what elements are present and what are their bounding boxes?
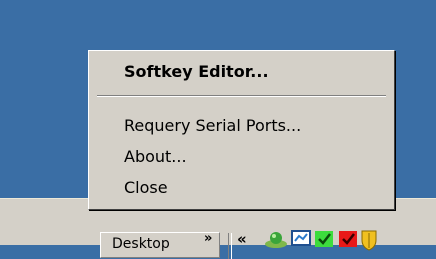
network-monitor-icon[interactable] xyxy=(290,229,312,249)
green-checkmark-icon[interactable] xyxy=(312,229,336,249)
tray-context-menu: Softkey Editor... Requery Serial Ports..… xyxy=(88,50,395,210)
menu-item-requery-serial-ports[interactable]: Requery Serial Ports... xyxy=(91,113,392,139)
green-orb-icon[interactable] xyxy=(264,229,288,249)
menu-item-close[interactable]: Close xyxy=(91,175,392,201)
menu-item-about[interactable]: About... xyxy=(91,144,392,170)
desktop-toolbar-button[interactable]: Desktop » xyxy=(100,231,220,258)
yellow-shield-icon[interactable] xyxy=(358,229,380,251)
tray-expand-icon[interactable]: « xyxy=(237,230,247,248)
desktop-toolbar-label: Desktop xyxy=(112,236,170,252)
red-checkmark-icon[interactable] xyxy=(336,229,360,249)
tray-separator xyxy=(228,233,232,259)
menu-item-softkey-editor[interactable]: Softkey Editor... xyxy=(91,59,392,85)
menu-separator xyxy=(97,95,386,97)
